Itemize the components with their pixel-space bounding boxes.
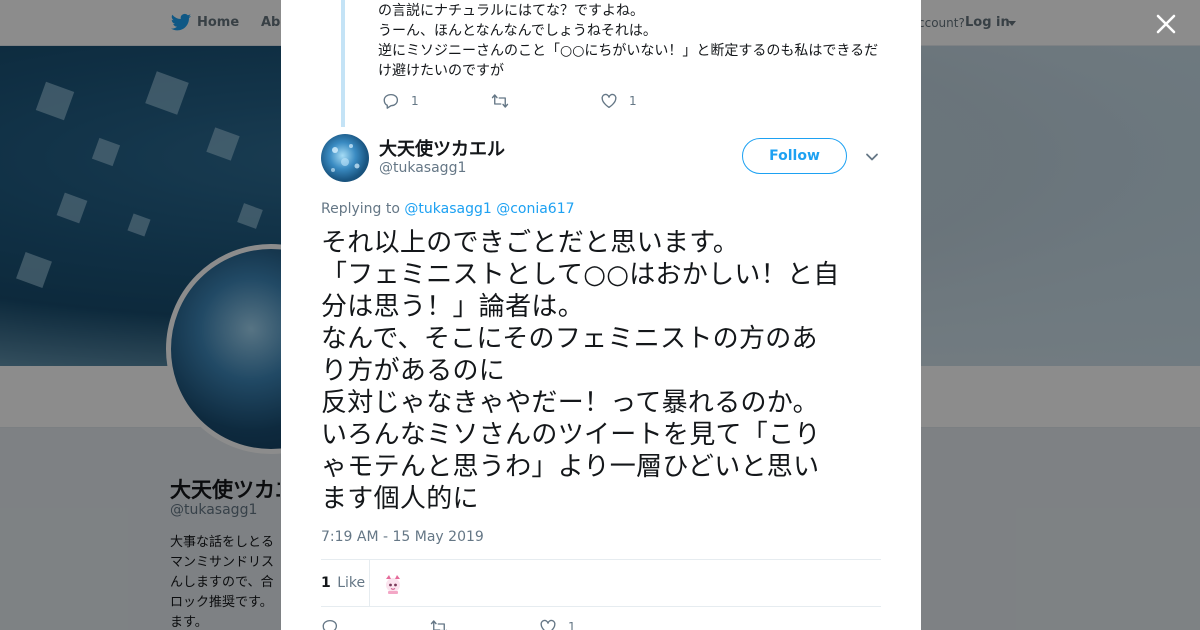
tweet-text-line: なんで、そこにそのフェミニストの方のあ — [321, 324, 818, 354]
tweet-text-line: 反対じゃなきゃやだー！って暴れるのか。 — [321, 388, 819, 418]
reply-button[interactable]: 1 — [382, 92, 461, 110]
replying-to-user-link[interactable]: @conia617 — [496, 201, 574, 217]
tweet-text-line: り方があるのに — [321, 356, 506, 386]
author-avatar[interactable] — [321, 134, 369, 182]
avatar-pattern — [331, 144, 360, 172]
like-stat-link[interactable]: 1 Like — [321, 575, 365, 591]
parent-tweet-text: の言説にナチュラルにはてな？ですよね。 うーん、ほんとなんなんでしょうねそれは。… — [378, 1, 878, 81]
parent-tweet-line: け避けたいのですが — [378, 63, 504, 79]
like-button[interactable]: 1 — [600, 92, 637, 110]
reply-icon — [322, 619, 338, 630]
tweet-text-line: それ以上のできごとだと思います。 — [321, 228, 740, 258]
author-name[interactable]: 大天使ツカエル — [379, 135, 505, 161]
like-count: 1 — [568, 620, 576, 630]
author-handle[interactable]: @tukasagg1 — [379, 160, 466, 176]
tweet-permalink-modal: の言説にナチュラルにはてな？ですよね。 うーん、ほんとなんなんでしょうねそれは。… — [281, 0, 921, 630]
reply-icon — [383, 93, 399, 109]
tweet-text-line: いろんなミソさんのツイートを見て「こり — [321, 420, 821, 450]
tweet-actions: 1 — [321, 618, 606, 630]
close-icon[interactable] — [1152, 10, 1180, 38]
retweet-button[interactable] — [491, 92, 570, 110]
replying-to-user-link[interactable]: @tukasagg1 — [404, 201, 491, 217]
tweet-text-line: ゃモテんと思うわ」より一層ひどいと思い — [321, 452, 820, 482]
tweet-text-line: 分は思う！」論者は。 — [321, 292, 585, 322]
replying-to: Replying to @tukasagg1 @conia617 — [321, 201, 575, 217]
parent-tweet-line: うーん、ほんとなんなんでしょうねそれは。 — [378, 23, 657, 39]
tweet-text: それ以上のできごとだと思います。 「フェミニストとして○○はおかしい！と自 分は… — [321, 227, 881, 515]
like-stat-label: Like — [337, 575, 366, 591]
retweet-button[interactable] — [430, 618, 509, 630]
like-stat-count: 1 — [321, 575, 331, 591]
parent-tweet-actions: 1 1 — [382, 92, 667, 110]
like-count: 1 — [629, 94, 637, 108]
heart-icon — [540, 619, 556, 630]
tweet-text-line: ます個人的に — [321, 484, 479, 514]
tweet-timestamp[interactable]: 7:19 AM - 15 May 2019 — [321, 529, 484, 545]
follow-button[interactable]: Follow — [742, 138, 847, 174]
thread-connector-line — [341, 0, 345, 127]
retweet-icon — [430, 620, 448, 630]
replying-to-label: Replying to — [321, 201, 400, 217]
parent-tweet-line: 逆にミソジニーさんのこと「○○にちがいない！」と断定するのも私はできるだ — [378, 43, 879, 59]
tweet-stats: 1 Like — [321, 559, 881, 607]
parent-tweet-line: の言説にナチュラルにはてな？ですよね。 — [378, 3, 644, 19]
stats-divider — [369, 560, 370, 606]
retweet-icon — [491, 94, 509, 108]
like-button[interactable]: 1 — [539, 618, 576, 630]
heart-icon — [601, 93, 617, 109]
reply-count: 1 — [411, 94, 419, 108]
liker-avatar[interactable] — [381, 572, 405, 596]
tweet-text-line: 「フェミニストとして○○はおかしい！と自 — [321, 260, 840, 290]
chevron-down-icon[interactable] — [865, 150, 879, 164]
reply-button[interactable] — [321, 618, 400, 630]
